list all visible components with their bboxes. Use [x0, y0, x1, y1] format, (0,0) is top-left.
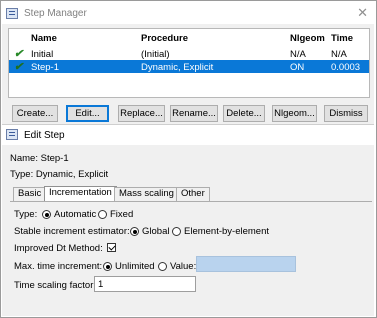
step-procedure: (Initial): [141, 49, 170, 60]
type-fixed-radio[interactable]: [98, 210, 107, 219]
type-label: Type:: [14, 209, 38, 220]
max-increment-label: Max. time increment:: [14, 261, 103, 272]
tab-other[interactable]: Other: [176, 187, 210, 201]
step-name: Step-1: [31, 62, 59, 73]
max-increment-unlimited-radio[interactable]: [103, 262, 112, 271]
delete-button[interactable]: Delete...: [223, 105, 265, 122]
step-time: N/A: [331, 49, 347, 60]
improved-dt-label: Improved Dt Method:: [14, 243, 103, 254]
edit-button[interactable]: Edit...: [66, 105, 109, 122]
tab-divider: [10, 201, 372, 202]
estimator-element-radio[interactable]: [172, 227, 181, 236]
estimator-element-label[interactable]: Element-by-element: [184, 226, 269, 237]
estimator-global-label[interactable]: Global: [142, 226, 169, 237]
check-icon: ✔: [14, 61, 24, 73]
create-button[interactable]: Create...: [12, 105, 58, 122]
step-name-line: Name: Step-1: [10, 153, 69, 164]
replace-button[interactable]: Replace...: [118, 105, 165, 122]
step-type-line: Type: Dynamic, Explicit: [10, 169, 109, 180]
time-scaling-input[interactable]: [94, 276, 196, 292]
table-header: Name Procedure Nlgeom Time: [9, 29, 369, 46]
app-icon: [6, 8, 18, 19]
max-increment-value-radio[interactable]: [158, 262, 167, 271]
column-header-time[interactable]: Time: [331, 33, 353, 44]
step-manager-title: Step Manager: [24, 8, 87, 19]
tab-incrementation[interactable]: Incrementation: [44, 186, 117, 201]
rename-button[interactable]: Rename...: [170, 105, 218, 122]
step-procedure: Dynamic, Explicit: [141, 62, 214, 73]
max-increment-value-label[interactable]: Value:: [170, 261, 196, 272]
table-row-selected[interactable]: ✔ Step-1 Dynamic, Explicit ON 0.0003: [9, 60, 369, 73]
max-increment-unlimited-label[interactable]: Unlimited: [115, 261, 155, 272]
nlgeom-button[interactable]: Nlgeom...: [272, 105, 317, 122]
edit-step-window: Edit Step Name: Step-1 Type: Dynamic, Ex…: [2, 124, 374, 316]
type-automatic-label[interactable]: Automatic: [54, 209, 96, 220]
table-row[interactable]: ✔ Initial (Initial) N/A N/A: [9, 47, 369, 60]
check-icon: ✔: [14, 48, 24, 60]
tab-mass-scaling[interactable]: Mass scaling: [114, 187, 179, 201]
column-header-name[interactable]: Name: [31, 33, 57, 44]
step-nlgeom: N/A: [290, 49, 306, 60]
tab-basic[interactable]: Basic: [13, 187, 47, 201]
column-header-procedure[interactable]: Procedure: [141, 33, 188, 44]
step-name: Initial: [31, 49, 54, 60]
column-header-nlgeom[interactable]: Nlgeom: [290, 33, 325, 44]
stable-estimator-label: Stable increment estimator:: [14, 226, 130, 237]
app-icon: [6, 129, 18, 140]
dismiss-button[interactable]: Dismiss: [324, 105, 368, 122]
improved-dt-checkbox[interactable]: [107, 243, 116, 252]
edit-step-title: Edit Step: [24, 130, 65, 141]
close-icon[interactable]: ✕: [357, 5, 368, 21]
steps-table: Name Procedure Nlgeom Time ✔ Initial (In…: [8, 28, 370, 98]
step-manager-window: Step Manager ✕ Name Procedure Nlgeom Tim…: [2, 2, 374, 126]
step-manager-titlebar: Step Manager ✕: [2, 2, 374, 24]
step-manager-buttons: Create... Edit... Replace... Rename... D…: [8, 105, 370, 123]
step-time: 0.0003: [331, 62, 361, 73]
time-scaling-label: Time scaling factor:: [14, 280, 97, 291]
max-increment-value-input[interactable]: [196, 256, 296, 272]
edit-step-titlebar: Edit Step: [2, 125, 374, 145]
type-fixed-label[interactable]: Fixed: [110, 209, 133, 220]
step-nlgeom: ON: [290, 62, 305, 73]
type-automatic-radio[interactable]: [42, 210, 51, 219]
estimator-global-radio[interactable]: [130, 227, 139, 236]
